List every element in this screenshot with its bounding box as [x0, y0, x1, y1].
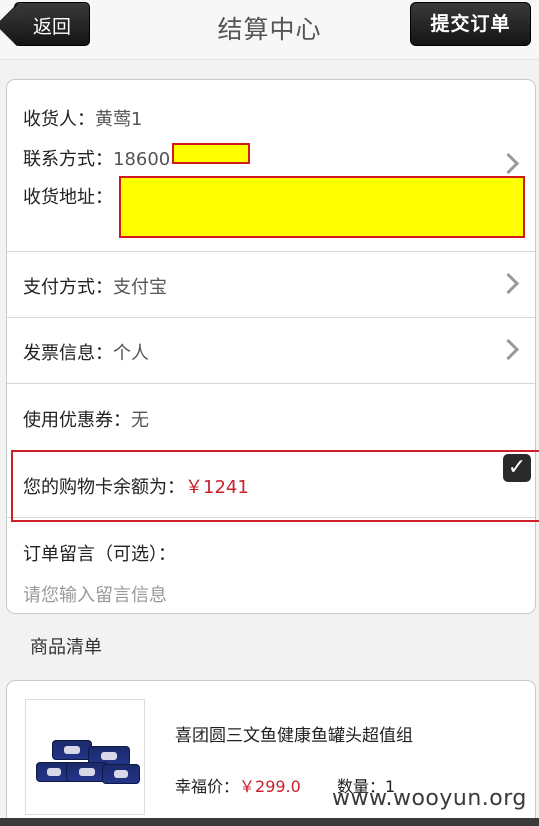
payment-value: 支付宝 — [113, 277, 167, 298]
address-label: 收货地址： — [23, 187, 113, 208]
recipient-line: 收货人：黄莺1 — [23, 105, 142, 131]
price-label: 幸福价： — [175, 777, 240, 796]
product-list-title: 商品清单 — [30, 637, 102, 658]
coupon-row[interactable]: 使用优惠券：无 — [7, 384, 535, 450]
bottom-bar — [0, 818, 539, 826]
highlight-outline — [11, 450, 539, 522]
chevron-right-icon — [501, 336, 517, 364]
submit-order-button[interactable]: 提交订单 — [410, 2, 531, 46]
price-value: ￥299.0 — [239, 777, 301, 796]
invoice-value: 个人 — [113, 343, 149, 364]
product-name: 喜团圆三文鱼健康鱼罐头超值组 — [175, 726, 413, 746]
message-row: 订单留言（可选）： 请您输入留言信息 — [7, 518, 535, 614]
recipient-value: 黄莺1 — [95, 109, 143, 130]
chevron-right-icon — [501, 150, 517, 178]
phone-value: 18600 — [113, 149, 171, 170]
address-redaction — [119, 176, 525, 238]
payment-line: 支付方式：支付宝 — [23, 273, 167, 299]
order-details-card: 收货人：黄莺1 联系方式：18600 收货地址： 支付方式：支付宝 发票信息：个… — [6, 79, 539, 614]
payment-row[interactable]: 支付方式：支付宝 — [7, 252, 535, 318]
address-row[interactable]: 收货人：黄莺1 联系方式：18600 收货地址： — [7, 80, 535, 252]
watermark: www.wooyun.org — [332, 786, 527, 811]
coupon-label: 使用优惠券： — [23, 410, 131, 431]
phone-line: 联系方式：18600 — [23, 145, 170, 171]
product-price: 幸福价：￥299.0 — [175, 773, 301, 797]
message-input[interactable]: 请您输入留言信息 — [23, 581, 167, 607]
coupon-line: 使用优惠券：无 — [23, 406, 149, 432]
payment-label: 支付方式： — [23, 277, 113, 298]
invoice-row[interactable]: 发票信息：个人 — [7, 318, 535, 384]
coupon-value: 无 — [131, 410, 149, 431]
product-image — [25, 699, 145, 815]
message-label: 订单留言（可选）： — [23, 544, 176, 565]
top-bar: 返回 结算中心 提交订单 — [0, 0, 539, 60]
invoice-label: 发票信息： — [23, 343, 113, 364]
phone-label: 联系方式： — [23, 149, 113, 170]
can-shape — [102, 764, 140, 784]
recipient-label: 收货人： — [23, 109, 95, 130]
phone-redaction — [172, 143, 250, 164]
chevron-right-icon — [501, 270, 517, 298]
can-shape — [52, 740, 92, 760]
invoice-line: 发票信息：个人 — [23, 339, 149, 365]
